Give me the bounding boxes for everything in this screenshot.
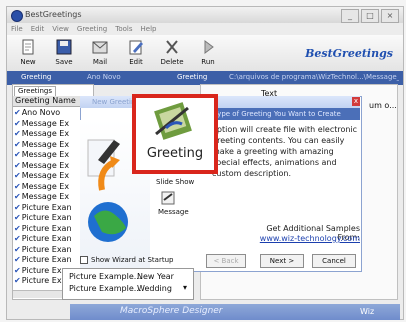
mail-label: Mail [92, 58, 108, 66]
message-option-label[interactable]: Message [158, 208, 189, 216]
cancel-button[interactable]: Cancel [312, 254, 356, 268]
bottom-banner-right: Wiz [360, 307, 375, 316]
address-current: Ano Novo [87, 73, 121, 81]
list-item-label: Picture Exan [21, 255, 72, 264]
bottom-banner-text: MacroSphere Designer [120, 306, 223, 316]
address-bar: Greeting Ano Novo Greeting C:\arquivos d… [7, 71, 403, 85]
window-controls: _ □ × [339, 9, 399, 23]
menu-greeting[interactable]: Greeting [77, 23, 107, 35]
brand-logo: BestGreetings [305, 47, 393, 60]
run-button[interactable]: Run [191, 37, 225, 69]
address-path: C:\arquivos de programa\WizTechnol...\Me… [229, 73, 399, 81]
menu-view[interactable]: View [52, 23, 69, 35]
menu-tools[interactable]: Tools [115, 23, 132, 35]
show-wizard-label: Show Wizard at Startup [91, 256, 174, 264]
checkbox-box[interactable] [80, 256, 88, 264]
list-item-label: Ano Novo [21, 108, 61, 117]
edit-icon [129, 40, 143, 55]
list-item-label: Message Ex [21, 129, 70, 138]
new-label: New [20, 58, 36, 66]
check-icon: ✔ [14, 171, 21, 180]
delete-icon [166, 40, 178, 54]
check-icon: ✔ [14, 276, 21, 285]
list-item-label: Message Ex [21, 139, 70, 149]
check-icon: ✔ [14, 160, 21, 170]
menu-bar: File Edit View Greeting Tools Help [7, 23, 403, 35]
detail-text-value: um o... [369, 101, 397, 110]
close-window-button[interactable]: × [381, 9, 399, 23]
check-icon: ✔ [14, 192, 21, 201]
list-item-label: Message Ex [21, 171, 70, 180]
check-icon: ✔ [14, 129, 21, 138]
check-icon: ✔ [14, 181, 21, 191]
greeting-option-label: Greeting [146, 146, 204, 161]
check-icon: ✔ [14, 244, 21, 254]
dropdown-item-value[interactable]: Wedding [137, 284, 172, 293]
message-option-icon[interactable] [160, 190, 176, 206]
slideshow-option-label[interactable]: Slide Show [156, 178, 194, 186]
greeting-card-icon [154, 102, 192, 140]
next-button[interactable]: Next > [260, 254, 304, 268]
delete-label: Delete [160, 58, 184, 66]
list-item-label: Message Ex [21, 192, 70, 201]
back-button[interactable]: < Back [206, 254, 246, 268]
check-icon: ✔ [14, 223, 21, 233]
list-item-label: Picture Exan [21, 223, 72, 233]
app-logo-icon [11, 10, 23, 22]
list-item-label: Message Ex [21, 150, 70, 159]
new-button[interactable]: New [11, 37, 45, 69]
window-title: BestGreetings [25, 10, 82, 19]
check-icon: ✔ [14, 234, 21, 243]
maximize-button[interactable]: □ [361, 9, 379, 23]
edit-button[interactable]: Edit [119, 37, 153, 69]
run-icon [204, 40, 214, 54]
list-item-label: Picture Exan [21, 234, 72, 243]
menu-edit[interactable]: Edit [31, 23, 45, 35]
menu-help[interactable]: Help [141, 23, 157, 35]
title-bar: BestGreetings _ □ × [7, 7, 403, 23]
check-icon: ✔ [14, 150, 21, 159]
minimize-button[interactable]: _ [341, 9, 359, 23]
check-icon: ✔ [14, 202, 21, 212]
dropdown-item-name[interactable]: Picture Example... [69, 272, 141, 281]
greeting-dropdown-list[interactable]: Picture Example... New Year Picture Exam… [62, 268, 194, 300]
edit-label: Edit [129, 58, 143, 66]
menu-file[interactable]: File [11, 23, 23, 35]
check-icon: ✔ [14, 213, 21, 222]
toolbar: New Save Mail Edit Delete Run BestGreeti… [7, 35, 403, 72]
check-icon: ✔ [14, 265, 21, 275]
save-icon [56, 39, 72, 55]
wizard-banner: Type of Greeting You Want to Create [208, 108, 360, 120]
address-label: Greeting [177, 73, 208, 81]
check-icon: ✔ [14, 108, 21, 117]
check-icon: ✔ [14, 255, 21, 264]
list-item-label: Picture Exan [21, 213, 72, 222]
wizard-description: option will create file with electronic … [212, 125, 358, 178]
list-item-label: Message Ex [21, 118, 70, 128]
mail-icon [92, 41, 108, 54]
show-wizard-checkbox[interactable]: Show Wizard at Startup [80, 256, 173, 264]
chevron-down-icon[interactable]: ▾ [183, 283, 187, 292]
check-icon: ✔ [14, 139, 21, 149]
run-label: Run [201, 58, 215, 66]
delete-button[interactable]: Delete [155, 37, 189, 69]
dropdown-item-name[interactable]: Picture Example... [69, 284, 141, 293]
save-label: Save [55, 58, 73, 66]
dropdown-item-value[interactable]: New Year [137, 272, 174, 281]
check-icon: ✔ [14, 118, 21, 128]
list-item-label: Picture Exan [21, 202, 72, 212]
save-button[interactable]: Save [47, 37, 81, 69]
new-icon [22, 39, 34, 55]
wizard-close-button[interactable]: x [352, 97, 360, 106]
list-item-label: Message Ex [21, 181, 70, 191]
samples-link[interactable]: www.wiz-technology.com [248, 234, 360, 243]
mail-button[interactable]: Mail [83, 37, 117, 69]
list-item-label: Message Ex [21, 160, 70, 170]
list-item-label: Picture Exan [21, 244, 72, 254]
address-greeting: Greeting [21, 73, 52, 81]
